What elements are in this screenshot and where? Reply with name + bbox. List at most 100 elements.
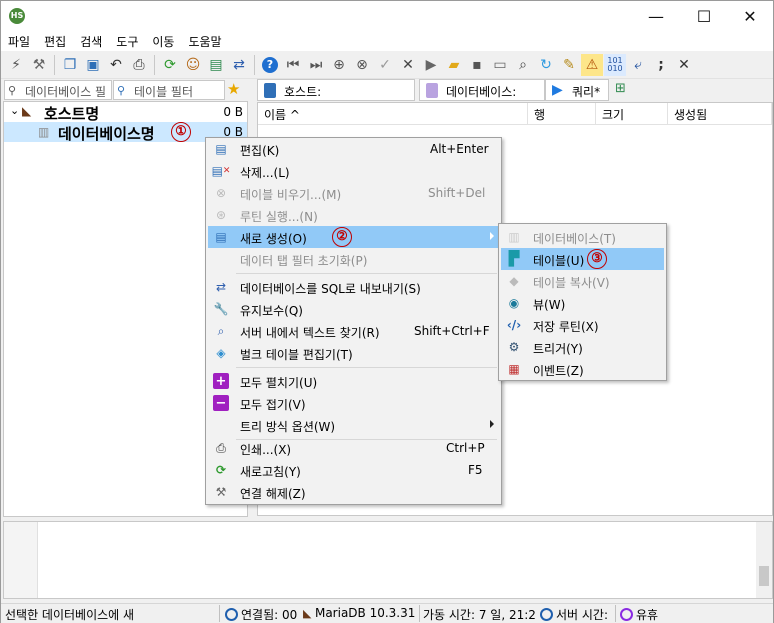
wrap-icon[interactable]: ⤶ (627, 54, 649, 76)
menu-item-empty-table-shortcut: Shift+Del (428, 186, 486, 200)
title-bar: HS — ☐ ✕ (1, 1, 773, 31)
menu-item-export-sql-label: 데이터베이스를 SQL로 내보내기(S) (240, 282, 421, 296)
delete-row-icon[interactable]: ⊗ (351, 54, 373, 76)
refresh-toolbar-icon[interactable]: ⟳ (159, 54, 181, 76)
expand-all-icon: + (213, 373, 229, 389)
sql-log-panel[interactable] (3, 521, 773, 599)
chevron-down-icon[interactable]: ⌄ (10, 104, 19, 117)
status-connected-text: 연결됨: 00 (241, 608, 298, 622)
copy-icon[interactable]: ❐ (59, 54, 81, 76)
help-icon[interactable]: ? (259, 54, 281, 76)
execute-icon[interactable]: ▶ (420, 54, 442, 76)
submenu-item-view[interactable]: ◉ 뷰(W) (501, 292, 664, 314)
export-icon[interactable]: ▤ (205, 54, 227, 76)
menu-item-create-new[interactable]: ▤ 새로 생성(O) ② (208, 226, 499, 248)
filter-icon: ⚲ (8, 84, 17, 97)
column-header-size[interactable]: 크기 (596, 103, 668, 125)
column-header-name[interactable]: 이름 ^ (258, 103, 528, 125)
binary-icon[interactable]: 101 010 (604, 53, 626, 76)
clean-icon[interactable]: ✎ (558, 54, 580, 76)
sync-icon[interactable]: ⇄ (228, 54, 250, 76)
menu-item-bulk-edit[interactable]: ◈ 벌크 테이블 편집기(T) (208, 342, 499, 364)
query-icon[interactable]: ▭ (489, 54, 511, 76)
status-connected: 연결됨: 00 (225, 606, 301, 623)
connect-icon[interactable]: ⚡ (5, 54, 27, 76)
column-header-created[interactable]: 생성됨 (668, 103, 772, 125)
status-divider (419, 605, 420, 622)
column-header-rows[interactable]: 행 (528, 103, 596, 125)
last-icon[interactable]: ⏭ (305, 54, 327, 76)
menu-edit[interactable]: 편집 (37, 31, 73, 51)
save-icon[interactable]: ▪ (466, 54, 488, 76)
submenu-item-table[interactable]: ▛ 테이블(U) ③ (501, 248, 664, 270)
database-filter-input[interactable]: ⚲ 데이터베이스 필 (4, 80, 112, 100)
minimize-button[interactable]: — (633, 1, 679, 31)
paste-icon[interactable]: ▣ (82, 54, 104, 76)
wrench-icon: 🔧 (213, 302, 229, 316)
close-tab-icon[interactable]: ✕ (673, 54, 695, 76)
disconnect-icon: ⚒ (215, 485, 227, 499)
submenu-item-copy-table[interactable]: ◆ 테이블 복사(V) (501, 270, 664, 292)
menu-item-delete[interactable]: ▤ ✕ 삭제...(L) (208, 160, 499, 182)
submenu-item-event[interactable]: ▦ 이벤트(Z) (501, 358, 664, 380)
print-toolbar-icon[interactable]: ⎙ (128, 54, 150, 76)
search-icon: ⌕ (217, 323, 225, 338)
menu-help[interactable]: 도움말 (181, 31, 228, 51)
submenu-item-trigger[interactable]: ⚙ 트리거(Y) (501, 336, 664, 358)
favorite-star-icon[interactable]: ★ (227, 80, 240, 98)
find-icon[interactable]: ⌕ (512, 54, 534, 76)
menu-item-maintenance[interactable]: 🔧 유지보수(Q) (208, 298, 499, 320)
menu-item-collapse-all[interactable]: − 모두 접기(V) (208, 392, 499, 414)
event-icon: ▦ (508, 362, 520, 376)
menu-item-empty-table[interactable]: ⊗ 테이블 비우기...(M) Shift+Del (208, 182, 499, 204)
menu-item-edit[interactable]: ▤ 편집(K) Alt+Enter (208, 138, 499, 160)
maximize-button[interactable]: ☐ (681, 1, 727, 31)
tab-host[interactable]: 호스트: (257, 79, 415, 101)
menu-item-run-routine-label: 루틴 실행...(N) (240, 210, 318, 224)
submenu-item-event-label: 이벤트(Z) (533, 364, 584, 378)
tab-database[interactable]: 데이터베이스: (419, 79, 545, 101)
menu-item-reset-filter-label: 데이터 탭 필터 초기화(P) (240, 254, 368, 268)
tree-host-row[interactable]: ⌄ ◣ 호스트명 0 B (4, 102, 247, 123)
menu-item-reset-filter[interactable]: 데이터 탭 필터 초기화(P) (208, 248, 499, 270)
host-name-label: 호스트명 (44, 105, 100, 123)
menu-go[interactable]: 이동 (145, 31, 181, 51)
cancel-icon[interactable]: ✕ (397, 54, 419, 76)
user-manager-icon[interactable]: ☺ (182, 54, 204, 76)
new-query-tab-icon[interactable]: ⊞ (615, 81, 631, 97)
semicolon-icon[interactable]: ; (650, 54, 672, 76)
open-folder-icon[interactable]: ▰ (443, 54, 465, 76)
log-scrollbar-thumb[interactable] (759, 566, 769, 586)
menu-item-refresh[interactable]: ⟳ 새로고침(Y) F5 (208, 459, 499, 481)
menu-tools[interactable]: 도구 (109, 31, 145, 51)
context-menu: ▤ 편집(K) Alt+Enter ▤ ✕ 삭제...(L) ⊗ 테이블 비우기.… (205, 137, 502, 505)
table-filter-input[interactable]: ⚲ 테이블 필터 (113, 80, 225, 100)
tab-query[interactable]: ▶ 쿼리* (545, 79, 609, 101)
menu-search[interactable]: 검색 (73, 31, 109, 51)
menu-item-find-text-shortcut: Shift+Ctrl+F (414, 324, 490, 338)
annotation-marker-3: ③ (587, 249, 607, 269)
edit-icon: ▤ (215, 142, 227, 156)
warning-icon[interactable]: ⚠ (581, 53, 603, 76)
copy-table-icon: ◆ (509, 274, 519, 288)
replace-icon[interactable]: ↻ (535, 54, 557, 76)
annotation-marker-2: ② (332, 227, 352, 247)
post-icon[interactable]: ✓ (374, 54, 396, 76)
menu-item-tree-options[interactable]: 트리 방식 옵션(W) (208, 414, 499, 436)
menu-item-export-sql[interactable]: ⇄ 데이터베이스를 SQL로 내보내기(S) (208, 276, 499, 298)
add-row-icon[interactable]: ⊕ (328, 54, 350, 76)
menu-item-print[interactable]: ⎙ 인쇄...(X) Ctrl+P (208, 437, 499, 459)
submenu-item-stored-routine[interactable]: ‹/› 저장 루틴(X) (501, 314, 664, 336)
menu-file[interactable]: 파일 (1, 31, 37, 51)
log-scrollbar[interactable] (756, 522, 772, 598)
first-icon[interactable]: ⏮ (282, 54, 304, 76)
menu-item-expand-all[interactable]: + 모두 펼치기(U) (208, 370, 499, 392)
disconnect-toolbar-icon[interactable]: ⚒ (28, 54, 50, 76)
menu-item-find-text[interactable]: ⌕ 서버 내에서 텍스트 찾기(R) Shift+Ctrl+F (208, 320, 499, 342)
undo-icon[interactable]: ↶ (105, 54, 127, 76)
submenu-item-database[interactable]: ▥ 데이터베이스(T) (501, 226, 664, 248)
menu-item-disconnect[interactable]: ⚒ 연결 해제(Z) (208, 481, 499, 503)
close-button[interactable]: ✕ (727, 1, 773, 31)
submenu-item-view-label: 뷰(W) (533, 298, 566, 312)
menu-item-run-routine[interactable]: ⊛ 루틴 실행...(N) (208, 204, 499, 226)
